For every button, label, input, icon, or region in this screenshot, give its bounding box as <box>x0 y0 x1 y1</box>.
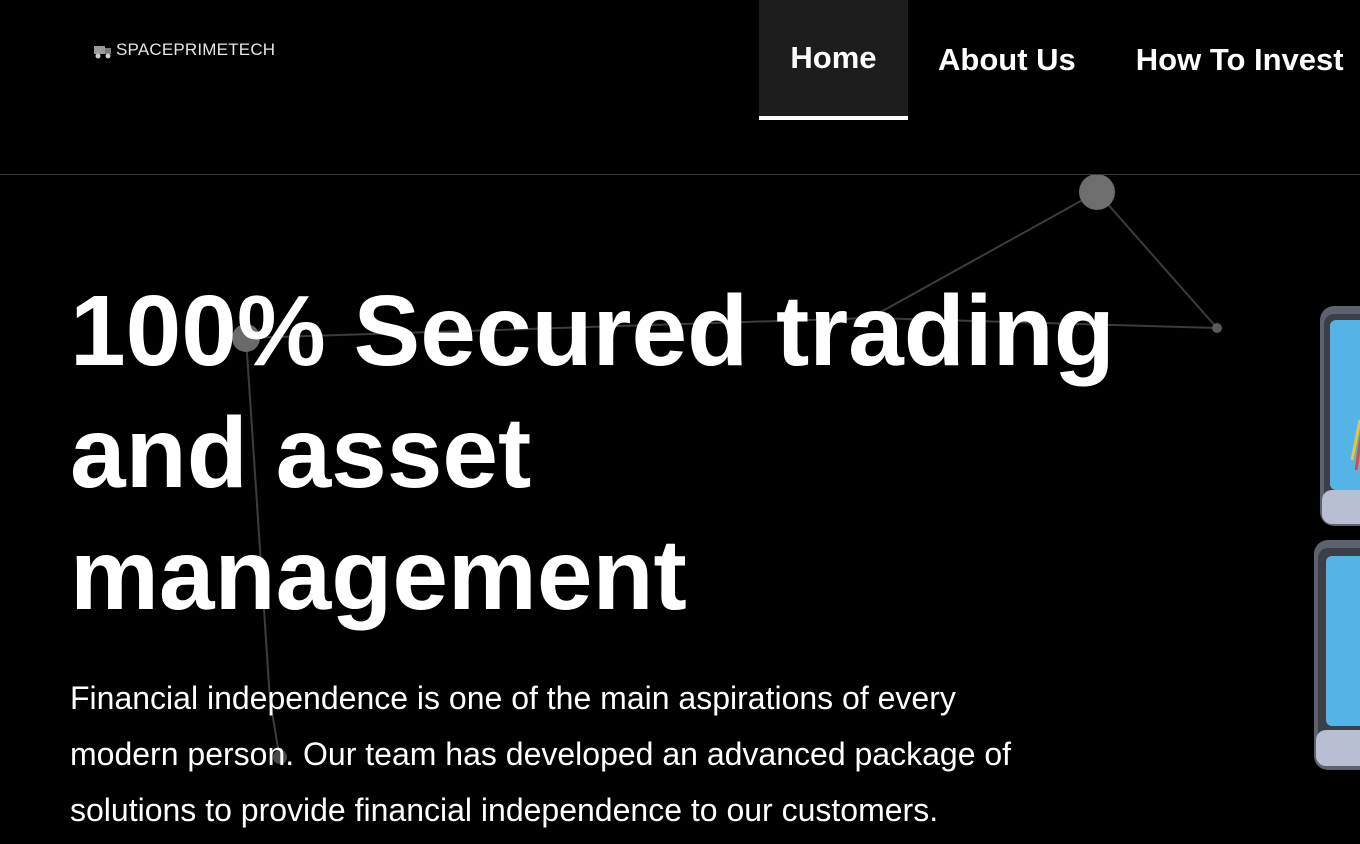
hero-title-line: management <box>70 519 687 631</box>
hero-description-line: modern person. Our team has developed an… <box>70 736 1012 772</box>
hero-description-line: solutions to provide financial independe… <box>70 792 939 828</box>
hero-description: Financial independence is one of the mai… <box>70 670 1150 838</box>
hero-title: 100% Secured trading and asset managemen… <box>70 270 1170 636</box>
nav-item-how-to-invest[interactable]: How To Invest <box>1106 0 1360 120</box>
device-illustration <box>1314 306 1360 770</box>
logo-text: SPACEPRIMETECH <box>116 40 276 59</box>
hero-title-line: 100% Secured trading <box>70 275 1115 387</box>
hero-description-line: Financial independence is one of the mai… <box>70 680 956 716</box>
hero-title-line: and asset <box>70 397 532 509</box>
particle-node <box>1079 174 1115 210</box>
nav-item-about-us[interactable]: About Us <box>908 0 1106 120</box>
nav-item-home[interactable]: Home <box>759 0 908 120</box>
main-nav: Home About Us How To Invest <box>759 0 1360 120</box>
logo[interactable]: SPACEPRIMETECH <box>92 40 275 60</box>
particle-node <box>1212 323 1222 333</box>
site-header: SPACEPRIMETECH Home About Us How To Inve… <box>0 0 1360 175</box>
truck-logo-icon <box>94 46 111 59</box>
